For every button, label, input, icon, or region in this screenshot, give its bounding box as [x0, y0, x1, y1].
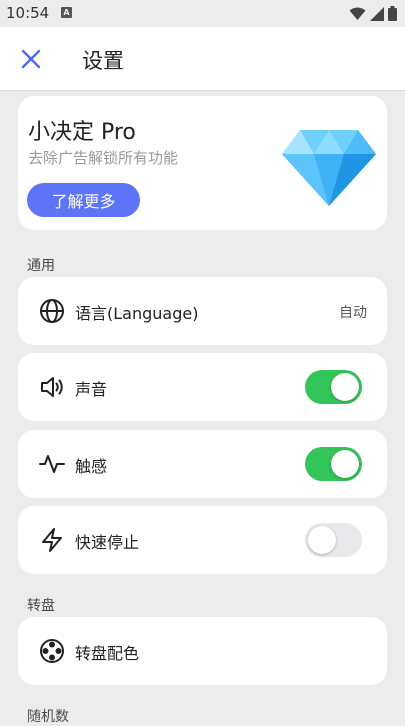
learn-more-button[interactable]: 了解更多 [27, 183, 140, 217]
sound-setting-row: 声音 [18, 353, 387, 421]
quick-stop-label: 快速停止 [75, 533, 140, 552]
globe-icon [40, 299, 64, 323]
pro-title: 小决定 Pro [28, 120, 136, 145]
haptics-toggle[interactable] [305, 447, 362, 481]
quick-stop-setting-row: 快速停止 [18, 506, 387, 574]
battery-icon [388, 6, 397, 21]
toggle-knob [331, 373, 359, 401]
palette-icon [40, 639, 64, 663]
status-time: 10:54 [6, 4, 50, 22]
language-label: 语言(Language) [75, 304, 199, 323]
notification-badge-icon: A [61, 7, 72, 18]
lightning-icon [42, 528, 62, 552]
quick-stop-toggle[interactable] [305, 523, 362, 557]
section-label-general: 通用 [27, 258, 55, 274]
pro-subtitle: 去除广告解锁所有功能 [28, 149, 179, 167]
status-icons [349, 6, 397, 21]
wheel-color-setting-row[interactable]: 转盘配色 [18, 617, 387, 685]
diamond-icon [282, 130, 376, 206]
app-bar: 设置 [0, 27, 405, 91]
wifi-icon [349, 7, 366, 20]
section-label-wheel: 转盘 [27, 598, 55, 614]
speaker-icon [41, 377, 63, 397]
sound-label: 声音 [75, 380, 108, 399]
cellular-signal-icon [370, 6, 384, 21]
status-bar: 10:54 A [0, 0, 405, 27]
language-setting-row[interactable]: 语言(Language) 自动 [18, 277, 387, 345]
sound-toggle[interactable] [305, 370, 362, 404]
language-value: 自动 [339, 305, 367, 321]
close-button[interactable] [18, 46, 44, 72]
close-icon [21, 49, 41, 69]
section-label-random: 随机数 [27, 709, 69, 725]
toggle-knob [308, 526, 336, 554]
wheel-color-label: 转盘配色 [75, 644, 140, 663]
haptics-setting-row: 触感 [18, 430, 387, 498]
haptics-label: 触感 [75, 457, 108, 476]
toggle-knob [331, 450, 359, 478]
pro-upgrade-card[interactable]: 小决定 Pro 去除广告解锁所有功能 了解更多 [18, 96, 387, 230]
pulse-icon [39, 455, 65, 473]
page-title: 设置 [82, 49, 124, 73]
